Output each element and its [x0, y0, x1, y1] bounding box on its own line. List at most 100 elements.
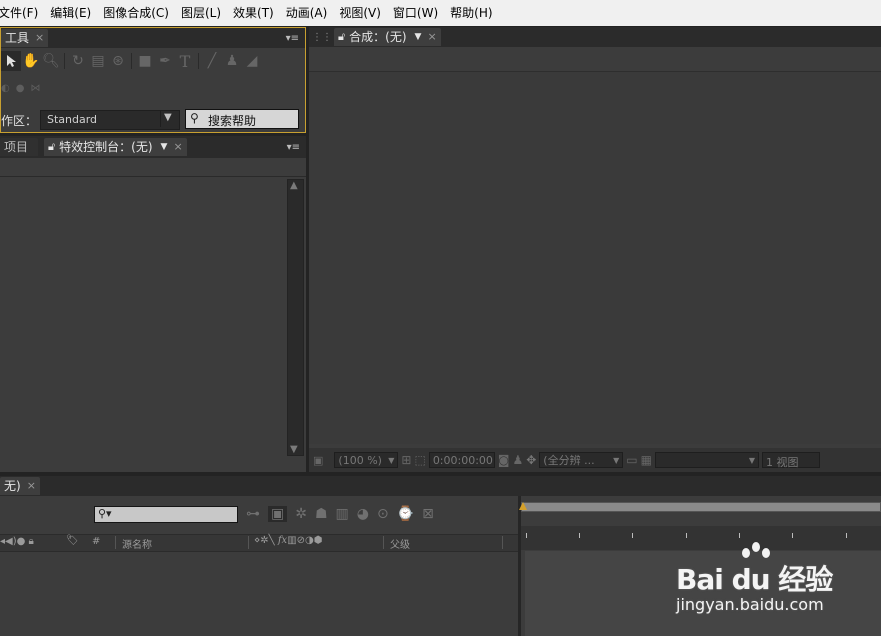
- menu-item[interactable]: 编辑(E): [44, 0, 97, 26]
- composition-tabbar: ⋮⋮ 🔓︎ 合成：(无) ▼ ×: [309, 27, 881, 47]
- timecode-field[interactable]: 0:00:00:00: [428, 452, 495, 468]
- close-icon[interactable]: ×: [27, 477, 36, 495]
- search-help-field[interactable]: ⚲ 搜索帮助: [185, 109, 299, 129]
- timeline-switches: ⊶ ▣ ✲ ☗ ▥ ◕ ⊙ ⌚ ⊠: [246, 504, 516, 524]
- brainstorm-icon[interactable]: ⊙: [377, 506, 389, 522]
- tab-timeline[interactable]: 无) ×: [0, 477, 40, 495]
- tools-row: ✋ 🔍︎ ↻ ▤ ⊛ ■ ✒ T ╱ ♟ ◢: [1, 50, 305, 72]
- zoom-select[interactable]: (100 %) ▼: [334, 452, 399, 468]
- panel-menu-icon[interactable]: ▾≡: [286, 33, 299, 44]
- chevron-down-icon[interactable]: ▼: [415, 28, 422, 46]
- motion-blur-icon[interactable]: ◕: [357, 506, 369, 522]
- menu-item[interactable]: 图层(L): [175, 0, 227, 26]
- option-icon: ◐: [1, 82, 10, 94]
- label-tag-icon[interactable]: 🏷︎: [66, 535, 79, 546]
- stamp-tool-icon[interactable]: ♟: [222, 51, 242, 71]
- tab-timeline-label: 无): [4, 479, 21, 493]
- menu-item[interactable]: 窗口(W): [387, 0, 444, 26]
- menu-item[interactable]: 文件(F): [0, 0, 44, 26]
- workspace-select[interactable]: Standard ▼: [40, 110, 180, 130]
- zoom-tool-icon[interactable]: 🔍︎: [41, 51, 61, 71]
- pen-tool-icon[interactable]: ✒: [155, 51, 175, 71]
- timeline-divider: [518, 496, 521, 636]
- menu-item[interactable]: 视图(V): [333, 0, 387, 26]
- time-ruler[interactable]: [521, 526, 881, 550]
- scroll-down-icon[interactable]: ▼: [290, 444, 298, 455]
- lock-icon[interactable]: 🔓︎: [338, 28, 345, 46]
- timeline-search-input[interactable]: ⚲▾: [94, 506, 238, 523]
- always-preview-icon[interactable]: ▣: [313, 454, 323, 467]
- tab-project[interactable]: 项目: [0, 138, 38, 156]
- tab-tools[interactable]: 工具 ×: [1, 29, 49, 47]
- chevron-down-icon: ▼: [388, 455, 395, 465]
- ruler-tick: [526, 533, 527, 538]
- camera-view-select[interactable]: ▼: [654, 452, 759, 468]
- close-icon[interactable]: ×: [173, 138, 182, 156]
- time-navigator[interactable]: [521, 502, 881, 512]
- brush-tool-icon[interactable]: ╱: [202, 51, 222, 71]
- av-switch-icons: ◂◀)● 🔒︎: [0, 536, 34, 547]
- rectangle-tool-icon[interactable]: ■: [135, 51, 155, 71]
- option-x-icon: ⋈: [30, 82, 41, 94]
- dot-icon: ●: [15, 82, 25, 94]
- menu-item[interactable]: 效果(T): [227, 0, 280, 26]
- panel-menu-icon[interactable]: ▾≡: [287, 142, 300, 153]
- close-icon[interactable]: ×: [427, 28, 436, 46]
- timeline-tabbar: 无) ×: [0, 476, 881, 496]
- vertical-scrollbar[interactable]: ▲ ▼: [287, 179, 304, 456]
- zoom-value: (100 %): [338, 453, 382, 467]
- text-tool-icon[interactable]: T: [175, 51, 195, 71]
- workspace-value: Standard: [47, 113, 98, 126]
- timecode-value: 0:00:00:00: [432, 454, 493, 467]
- work-area-start-marker[interactable]: [519, 502, 527, 510]
- composition-panel: ⋮⋮ 🔓︎ 合成：(无) ▼ × ▣ (100 %) ▼ ⊞ ⬚ 0:00:00…: [309, 27, 881, 472]
- tab-effect-controls[interactable]: 🔓︎ 特效控制台：(无) ▼ ×: [44, 138, 187, 156]
- camera-snapshot-icon[interactable]: ◙: [498, 453, 510, 467]
- resolution-select[interactable]: (全分辨 ... ▼: [539, 452, 624, 468]
- selection-tool-icon[interactable]: [1, 51, 21, 71]
- auto-keyframe-icon[interactable]: ⊠: [422, 506, 434, 522]
- search-icon: ⚲▾: [98, 507, 112, 520]
- shy-icon[interactable]: ☗: [315, 506, 328, 522]
- graph-editor-icon[interactable]: ⌚: [397, 506, 414, 522]
- pan-behind-tool-icon[interactable]: ⊛: [108, 51, 128, 71]
- live-update-icon[interactable]: ▣: [268, 506, 288, 522]
- ruler-tick: [792, 533, 793, 538]
- mini-flowchart-icon[interactable]: ⊶: [246, 506, 260, 522]
- project-divider: [0, 176, 306, 177]
- hand-tool-icon[interactable]: ✋: [21, 51, 41, 71]
- column-parent[interactable]: 父级: [390, 536, 410, 551]
- rotate-tool-icon[interactable]: ↻: [68, 51, 88, 71]
- search-icon: ⚲: [190, 111, 199, 125]
- lock-icon[interactable]: 🔓︎: [48, 138, 55, 156]
- menu-bar: 文件(F) 编辑(E) 图像合成(C) 图层(L) 效果(T) 动画(A) 视图(V) 窗口(…: [0, 0, 881, 26]
- show-snapshot-icon[interactable]: ♟: [512, 453, 523, 467]
- view-layout-select[interactable]: 1 视图: [761, 452, 820, 469]
- tab-composition-label: 合成：(无): [349, 30, 407, 44]
- scroll-up-icon[interactable]: ▲: [290, 180, 298, 191]
- ruler-tick: [579, 533, 580, 538]
- region-icon[interactable]: ▭: [626, 453, 637, 467]
- search-help-label: 搜索帮助: [208, 114, 257, 128]
- eraser-tool-icon[interactable]: ◢: [242, 51, 262, 71]
- menu-item[interactable]: 帮助(H): [444, 0, 498, 26]
- close-icon[interactable]: ×: [35, 29, 44, 47]
- chevron-down-icon[interactable]: ▼: [161, 138, 168, 156]
- safe-margins-icon[interactable]: ⊞: [401, 453, 411, 467]
- camera-tool-icon[interactable]: ▤: [88, 51, 108, 71]
- region-of-interest-icon[interactable]: ⬚: [414, 453, 425, 467]
- tab-composition[interactable]: 🔓︎ 合成：(无) ▼ ×: [334, 28, 441, 46]
- composition-viewer[interactable]: [309, 71, 881, 444]
- channel-icon[interactable]: ✥: [526, 453, 536, 467]
- column-source-name[interactable]: 源名称: [122, 536, 152, 551]
- grip-icon[interactable]: ⋮⋮: [312, 32, 332, 43]
- watermark-brand: Bai du 经验: [676, 563, 833, 596]
- tab-project-label: 项目: [4, 140, 29, 154]
- transparency-grid-icon[interactable]: ▦: [641, 453, 652, 467]
- column-hash: #: [92, 536, 101, 547]
- menu-item[interactable]: 动画(A): [280, 0, 334, 26]
- menu-item[interactable]: 图像合成(C): [97, 0, 175, 26]
- frame-blending-icon[interactable]: ▥: [336, 506, 349, 522]
- draft-3d-icon[interactable]: ✲: [295, 506, 307, 522]
- tab-effects-label: 特效控制台：(无): [59, 140, 153, 154]
